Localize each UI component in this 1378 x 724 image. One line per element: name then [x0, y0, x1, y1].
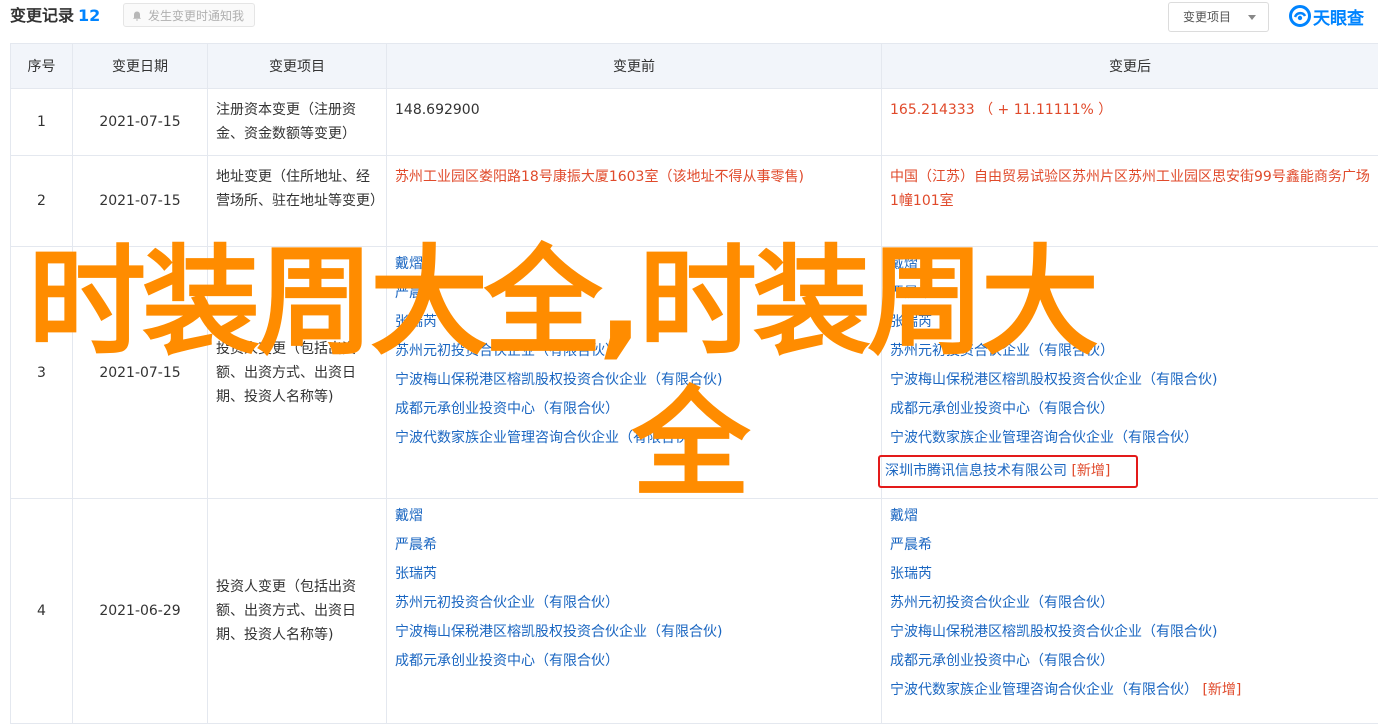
investor-link[interactable]: 宁波梅山保税港区榕凯股权投资合伙企业（有限合伙) [395, 366, 873, 395]
new-tag: [新增] [1071, 463, 1110, 479]
row-before: 苏州工业园区娄阳路18号康振大厦1603室（该地址不得从事零售) [387, 156, 881, 198]
row-item: 投资人变更（包括出资额、出资方式、出资日期、投资人名称等) [208, 566, 386, 656]
row-item-cell: 地址变更（住所地址、经营场所、驻在地址等变更） [208, 156, 387, 247]
table-header-row: 序号 变更日期 变更项目 变更前 变更后 [11, 44, 1378, 89]
investor-link[interactable]: 苏州元初投资合伙企业（有限合伙） [395, 337, 873, 366]
investor-link[interactable]: 宁波梅山保税港区榕凯股权投资合伙企业（有限合伙) [395, 618, 873, 647]
column-header-after: 变更后 [882, 44, 1378, 89]
investor-link[interactable]: 张瑞芮 [395, 308, 873, 337]
column-header-date: 变更日期 [73, 44, 208, 89]
row-after-cell: 戴熠 严晨希 张瑞芮 苏州元初投资合伙企业（有限合伙） 宁波梅山保税港区榕凯股权… [882, 499, 1378, 724]
row-date: 2021-07-15 [73, 247, 208, 499]
new-investor-link[interactable]: 宁波代数家族企业管理咨询合伙企业（有限合伙） [890, 682, 1198, 698]
investor-link[interactable]: 张瑞芮 [890, 308, 1370, 337]
investor-link[interactable]: 张瑞芮 [395, 560, 873, 589]
row-item-cell: 投资人变更（包括出资额、出资方式、出资日期、投资人名称等) [208, 499, 387, 724]
row-after-cell: 戴熠 严晨希 张瑞芮 苏州元初投资合伙企业（有限合伙） 宁波梅山保税港区榕凯股权… [882, 247, 1378, 499]
column-header-before: 变更前 [387, 44, 882, 89]
row-item-cell: 注册资本变更（注册资金、资金数额等变更） [208, 89, 387, 156]
table-row: 3 2021-07-15 投资人变更（包括出资额、出资方式、出资日期、投资人名称… [11, 247, 1378, 499]
investor-list-after: 戴熠 严晨希 张瑞芮 苏州元初投资合伙企业（有限合伙） 宁波梅山保税港区榕凯股权… [882, 499, 1378, 709]
investor-link[interactable]: 成都元承创业投资中心（有限合伙） [395, 395, 873, 424]
investor-link[interactable]: 严晨希 [395, 279, 873, 308]
change-records-table: 序号 变更日期 变更项目 变更前 变更后 1 2021-07-15 注册资本变更… [10, 43, 1378, 724]
investor-link[interactable]: 苏州元初投资合伙企业（有限合伙） [395, 589, 873, 618]
row-before-cell: 戴熠 严晨希 张瑞芮 苏州元初投资合伙企业（有限合伙） 宁波梅山保税港区榕凯股权… [387, 247, 882, 499]
new-tag: [新增] [1202, 682, 1241, 698]
investor-link[interactable]: 宁波梅山保税港区榕凯股权投资合伙企业（有限合伙) [890, 366, 1370, 395]
row-date: 2021-07-15 [73, 156, 208, 247]
investor-list-before: 戴熠 严晨希 张瑞芮 苏州元初投资合伙企业（有限合伙） 宁波梅山保税港区榕凯股权… [387, 499, 881, 680]
logo-mark-icon [1289, 5, 1311, 27]
tianyancha-logo: 天眼查 [1289, 4, 1364, 28]
investor-link[interactable]: 张瑞芮 [890, 560, 1370, 589]
section-title-text: 变更记录 [10, 6, 74, 25]
investor-link[interactable]: 宁波代数家族企业管理咨询合伙企业（有限合伙） [890, 424, 1370, 453]
investor-link[interactable]: 成都元承创业投资中心（有限合伙） [395, 647, 873, 676]
investor-link[interactable]: 严晨希 [890, 531, 1370, 560]
row-item: 注册资本变更（注册资金、资金数额等变更） [208, 89, 386, 155]
row-after-cell: 中国（江苏）自由贸易试验区苏州片区苏州工业园区思安街99号鑫能商务广场1幢101… [882, 156, 1378, 247]
row-before-cell: 苏州工业园区娄阳路18号康振大厦1603室（该地址不得从事零售) [387, 156, 882, 247]
investor-link[interactable]: 戴熠 [890, 502, 1370, 531]
row-index: 2 [11, 156, 73, 247]
filter-label: 变更项目 [1183, 10, 1231, 24]
chevron-down-icon [1248, 15, 1256, 20]
investor-link[interactable]: 成都元承创业投资中心（有限合伙） [890, 647, 1370, 676]
investor-link[interactable]: 苏州元初投资合伙企业（有限合伙） [890, 337, 1370, 366]
row-date: 2021-06-29 [73, 499, 208, 724]
row-date: 2021-07-15 [73, 89, 208, 156]
row-before-cell: 148.692900 [387, 89, 882, 156]
investor-list-after: 戴熠 严晨希 张瑞芮 苏州元初投资合伙企业（有限合伙） 宁波梅山保税港区榕凯股权… [882, 247, 1378, 492]
section-header: 变更记录12 发生变更时通知我 变更项目 天眼查 [0, 0, 1378, 44]
row-item: 地址变更（住所地址、经营场所、驻在地址等变更） [208, 156, 386, 222]
investor-link[interactable]: 成都元承创业投资中心（有限合伙） [890, 395, 1370, 424]
record-count: 12 [78, 6, 100, 25]
row-item: 投资人变更（包括出资额、出资方式、出资日期、投资人名称等) [208, 328, 386, 418]
new-investor-highlight: 深圳市腾讯信息技术有限公司 [新增] [878, 455, 1138, 488]
logo-text: 天眼查 [1313, 4, 1364, 29]
investor-link[interactable]: 戴熠 [890, 250, 1370, 279]
bell-icon [132, 11, 142, 21]
table-row: 2 2021-07-15 地址变更（住所地址、经营场所、驻在地址等变更） 苏州工… [11, 156, 1378, 247]
table-row: 1 2021-07-15 注册资本变更（注册资金、资金数额等变更） 148.69… [11, 89, 1378, 156]
column-header-item: 变更项目 [208, 44, 387, 89]
row-index: 1 [11, 89, 73, 156]
notify-on-change-button[interactable]: 发生变更时通知我 [123, 3, 255, 27]
new-investor-link[interactable]: 深圳市腾讯信息技术有限公司 [885, 463, 1067, 479]
investor-link[interactable]: 苏州元初投资合伙企业（有限合伙） [890, 589, 1370, 618]
investor-link[interactable]: 戴熠 [395, 502, 873, 531]
investor-list-before: 戴熠 严晨希 张瑞芮 苏州元初投资合伙企业（有限合伙） 宁波梅山保税港区榕凯股权… [387, 247, 881, 457]
investor-link[interactable]: 宁波代数家族企业管理咨询合伙企业（有限合伙） [395, 424, 873, 453]
row-item-cell: 投资人变更（包括出资额、出资方式、出资日期、投资人名称等) [208, 247, 387, 499]
section-title: 变更记录12 [10, 5, 100, 27]
investor-link[interactable]: 宁波梅山保税港区榕凯股权投资合伙企业（有限合伙) [890, 618, 1370, 647]
row-after: 中国（江苏）自由贸易试验区苏州片区苏州工业园区思安街99号鑫能商务广场1幢101… [882, 156, 1378, 222]
table-row: 4 2021-06-29 投资人变更（包括出资额、出资方式、出资日期、投资人名称… [11, 499, 1378, 724]
row-after-cell: 165.214333 （ + 11.11111% ） [882, 89, 1378, 156]
row-index: 4 [11, 499, 73, 724]
notify-label: 发生变更时通知我 [148, 9, 244, 23]
investor-link[interactable]: 戴熠 [395, 250, 873, 279]
row-before-cell: 戴熠 严晨希 张瑞芮 苏州元初投资合伙企业（有限合伙） 宁波梅山保税港区榕凯股权… [387, 499, 882, 724]
investor-link[interactable]: 严晨希 [890, 279, 1370, 308]
column-header-index: 序号 [11, 44, 73, 89]
investor-link[interactable]: 严晨希 [395, 531, 873, 560]
row-index: 3 [11, 247, 73, 499]
change-item-filter-select[interactable]: 变更项目 [1168, 2, 1269, 32]
new-investor-line: 宁波代数家族企业管理咨询合伙企业（有限合伙） [新增] [890, 676, 1370, 705]
row-after: 165.214333 （ + 11.11111% ） [882, 89, 1378, 131]
row-before: 148.692900 [387, 89, 881, 131]
